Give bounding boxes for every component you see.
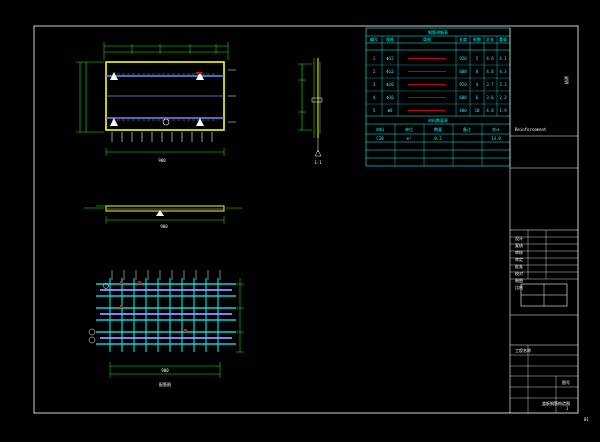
rebar-plan-label: 配筋图 <box>159 381 171 387</box>
rebar-width-label: 900 <box>161 368 169 373</box>
table-cell: 5 <box>373 108 376 113</box>
table-cell: 3 <box>373 82 376 87</box>
table-cell: 4.1 <box>499 56 507 61</box>
elevation-view: 900 <box>84 205 242 229</box>
table-header-cell: 简图 <box>423 36 431 42</box>
subtable-header-cell: 数量 <box>434 126 442 132</box>
table-header-cell: 长度 <box>459 36 467 42</box>
table-cell: 5 <box>476 56 479 61</box>
elevation-width-label: 900 <box>160 224 168 229</box>
table-header-cell: 根数 <box>473 36 481 42</box>
subtable-header-cell: 合计 <box>492 126 500 132</box>
section-label: 1-1 <box>314 160 322 165</box>
subtable-cell: 0.2 <box>434 136 442 141</box>
project-name: 工程名称 <box>515 347 531 353</box>
table-header-cell: 重量 <box>499 36 507 42</box>
subtable-cell: 14.8 <box>491 136 501 141</box>
titleblock-label: 制图 <box>515 277 523 283</box>
titleblock-label: 审定 <box>515 256 523 262</box>
titleblock-label: 复核 <box>515 242 523 248</box>
titleblock-label: 审核 <box>515 249 523 255</box>
cad-drawing-canvas: 900 1-1 900 900 配筋图 钢筋明细表 材料数量表 编号 规格 简图… <box>33 25 589 422</box>
table-cell: Φ12 <box>386 56 394 61</box>
table-subtitle: 材料数量表 <box>428 117 448 123</box>
subtable-header-cell: 备注 <box>463 126 471 132</box>
titleblock-label: 设计 <box>515 235 523 241</box>
table-cell: 600 <box>459 95 467 100</box>
table-cell: 3.7 <box>486 82 494 87</box>
table-header-cell: 编号 <box>370 36 378 42</box>
titleblock-label: 校对 <box>515 270 523 276</box>
plan-width-label: 900 <box>158 158 166 163</box>
table-cell: 2 <box>373 69 376 74</box>
table-cell: Φ10 <box>386 82 394 87</box>
table-cell: 480 <box>459 108 467 113</box>
table-cell: 4.8 <box>486 69 494 74</box>
subtable-cell: m³ <box>407 136 412 141</box>
table-cell: 4 <box>373 95 376 100</box>
side-note-line: Reinforcement <box>515 127 547 132</box>
sheet-number: 1 <box>566 406 569 411</box>
outer-frame <box>33 25 579 414</box>
plan-view: 900 <box>76 42 236 163</box>
table-cell: 4.3 <box>499 69 507 74</box>
table-header-cell: 规格 <box>386 36 394 42</box>
table-cell: 2.2 <box>499 95 507 100</box>
subtable-header-cell: 材料 <box>376 126 384 132</box>
table-cell: Φ12 <box>386 69 394 74</box>
table-cell: 1 <box>373 56 376 61</box>
titleblock-label: 批准 <box>515 263 523 269</box>
table-cell: 8 <box>476 69 479 74</box>
table-cell: 2.3 <box>499 82 507 87</box>
side-note-text: 说明 <box>564 76 570 84</box>
subtable-cell: C30 <box>376 136 384 141</box>
subtable-header-cell: 单位 <box>405 126 413 132</box>
table-cell: Φ10 <box>386 95 394 100</box>
table-header-cell: 总长 <box>486 36 494 42</box>
table-title: 钢筋明细表 <box>428 29 448 35</box>
table-cell: Φ8 <box>388 108 393 113</box>
rebar-plan-view: 900 配筋图 <box>88 270 244 387</box>
sheet-label: 图号 <box>562 379 570 385</box>
table-cell: 3.6 <box>486 95 494 100</box>
side-section-view: 1-1 <box>298 58 323 165</box>
table-cell: 920 <box>459 82 467 87</box>
title-block: 设计复核审核审定批准校对制图比例 说明 Reinforcement 工程名称 盖… <box>509 28 589 422</box>
table-cell: 4 <box>476 82 479 87</box>
table-cell: 10 <box>475 108 480 113</box>
page-number: 01 <box>584 417 589 422</box>
table-cell: 6 <box>476 95 479 100</box>
table-cell: 600 <box>459 69 467 74</box>
table-cell: 1.9 <box>499 108 507 113</box>
table-cell: 4.8 <box>486 108 494 113</box>
titleblock-label: 比例 <box>515 284 523 290</box>
table-cell: 920 <box>459 56 467 61</box>
rebar-schedule-table: 钢筋明细表 材料数量表 编号 规格 简图 长度 根数 总长 重量 1 Φ12 920 5 4.6 4.… <box>365 27 511 167</box>
table-cell: 4.6 <box>486 56 494 61</box>
